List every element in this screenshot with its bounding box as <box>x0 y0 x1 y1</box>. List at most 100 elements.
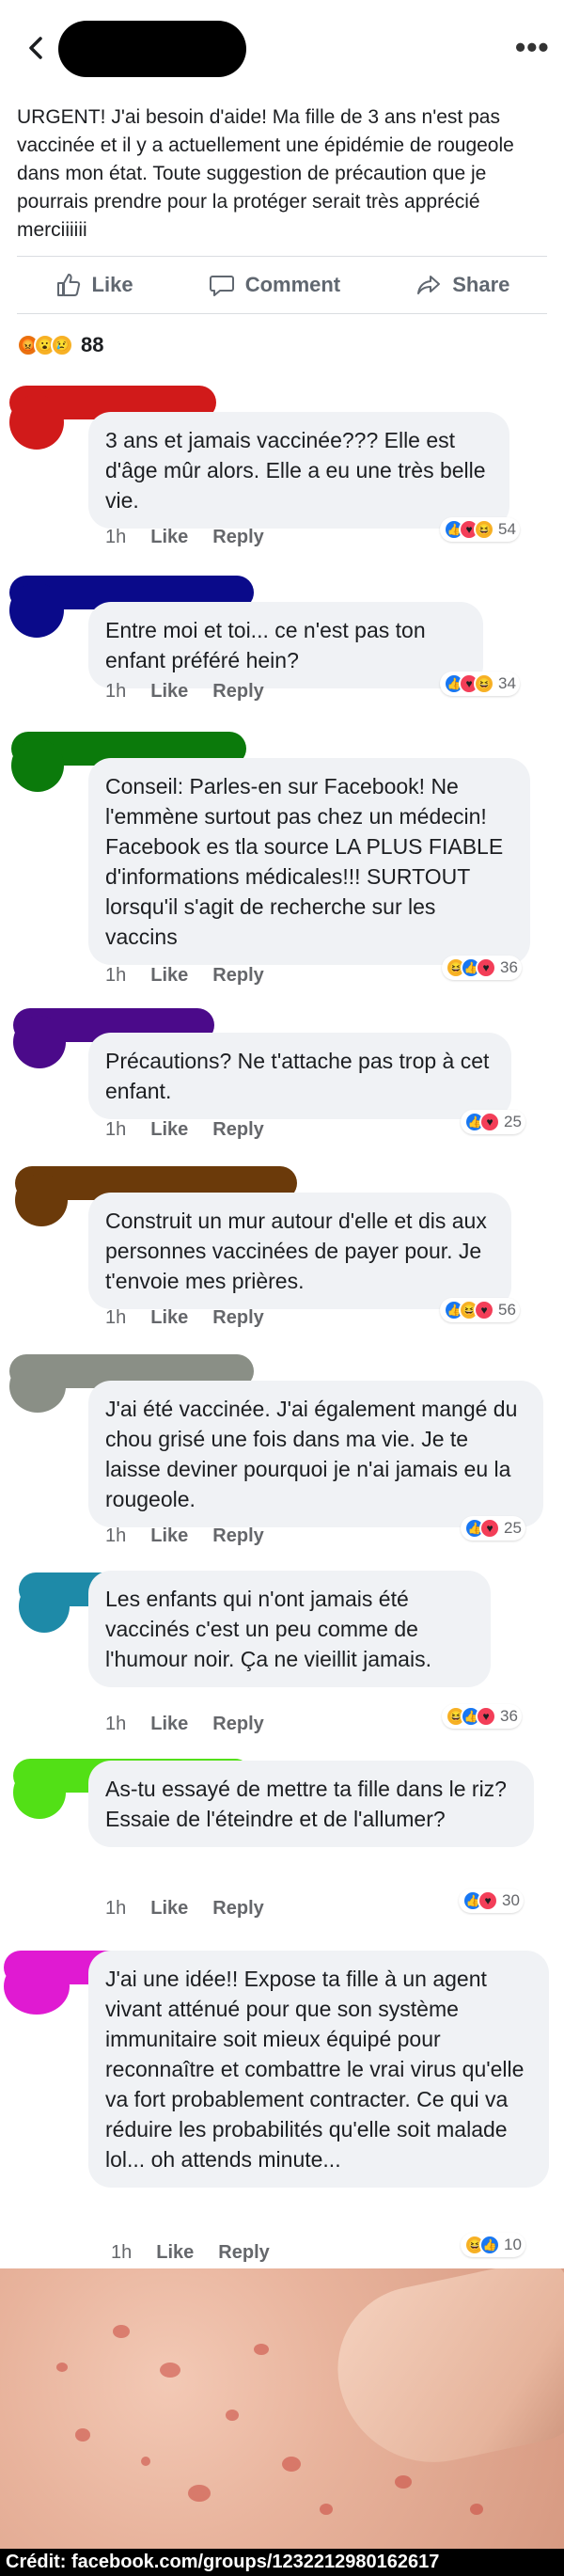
comment-meta: 1h Like Reply <box>105 681 264 703</box>
comment-meta: 1h Like Reply <box>105 1714 264 1735</box>
comment-meta: 1h Like Reply <box>105 1119 264 1141</box>
comment-reaction-count: 36 <box>500 1707 518 1725</box>
comment-reaction-count: 10 <box>504 2236 522 2253</box>
comment-time: 1h <box>105 1307 127 1328</box>
comment-reply-link[interactable]: Reply <box>212 965 263 987</box>
comment-text: 3 ans et jamais vaccinée??? Elle est d'â… <box>105 428 486 513</box>
measles-rash-photo <box>0 2268 564 2549</box>
more-options-icon[interactable]: ••• <box>515 32 550 62</box>
comment-text: J'ai été vaccinée. J'ai également mangé … <box>105 1397 518 1511</box>
comment-reactions[interactable]: 👍 ♥ 😆 54 <box>440 517 520 542</box>
comment-bubble: 3 ans et jamais vaccinée??? Elle est d'â… <box>88 412 509 529</box>
comment-like-link[interactable]: Like <box>150 1898 188 1920</box>
redacted-avatar <box>4 1958 70 2015</box>
comment-bubble: J'ai été vaccinée. J'ai également mangé … <box>88 1381 543 1527</box>
comment-text: Précautions? Ne t'attache pas trop à cet… <box>105 1049 490 1103</box>
love-reaction-icon: ♥ <box>476 1706 496 1727</box>
sad-icon: 😢 <box>51 334 73 356</box>
back-arrow-icon[interactable] <box>23 34 51 62</box>
comment-meta: 1h Like Reply <box>105 527 264 548</box>
comment-meta: 1h Like Reply <box>105 1307 264 1329</box>
share-button[interactable]: Share <box>415 271 509 299</box>
comment-reply-link[interactable]: Reply <box>218 2242 269 2264</box>
comment-reply-link[interactable]: Reply <box>212 1525 263 1547</box>
comment-bubble: Précautions? Ne t'attache pas trop à cet… <box>88 1033 511 1119</box>
rash-spot <box>226 2410 239 2421</box>
redacted-author-name <box>58 21 246 77</box>
comment-text: As-tu essayé de mettre ta fille dans le … <box>105 1777 507 1831</box>
love-reaction-icon: ♥ <box>474 1300 494 1320</box>
comment-reply-link[interactable]: Reply <box>212 1307 263 1329</box>
comment-bubble: Conseil: Parles-en sur Facebook! Ne l'em… <box>88 758 530 965</box>
comment-reactions[interactable]: 😆 👍 ♥ 36 <box>442 956 522 980</box>
image-credit: Crédit: facebook.com/groups/123221298016… <box>0 2549 564 2576</box>
comment-like-link[interactable]: Like <box>150 1307 188 1329</box>
comment-meta: 1h Like Reply <box>111 2242 270 2264</box>
comment-time: 1h <box>105 1119 127 1140</box>
comment-reactions[interactable]: 😆 👍 ♥ 36 <box>442 1704 522 1729</box>
love-reaction-icon: ♥ <box>479 1518 500 1539</box>
redacted-avatar <box>15 1174 68 1226</box>
comment-time: 1h <box>105 965 127 986</box>
comment-like-link[interactable]: Like <box>150 1119 188 1141</box>
rash-spot <box>75 2428 90 2442</box>
rash-spot <box>282 2457 301 2472</box>
comment-reactions[interactable]: 👍 ♥ 😆 34 <box>440 672 520 696</box>
haha-reaction-icon: 😆 <box>474 519 494 540</box>
like-label: Like <box>91 273 133 296</box>
comment-time: 1h <box>105 1525 127 1546</box>
comment-like-link[interactable]: Like <box>150 527 188 548</box>
like-button[interactable]: Like <box>55 271 133 299</box>
comment-time: 1h <box>105 681 127 702</box>
comment-text: Construit un mur autour d'elle et dis au… <box>105 1209 487 1293</box>
comment-reactions[interactable]: 👍 ♥ 30 <box>459 1889 524 1913</box>
comment-reply-link[interactable]: Reply <box>212 681 263 703</box>
share-label: Share <box>452 273 510 296</box>
comment-reply-link[interactable]: Reply <box>212 527 263 548</box>
share-icon <box>417 276 441 294</box>
comment-like-link[interactable]: Like <box>150 1714 188 1735</box>
comment-reply-link[interactable]: Reply <box>212 1119 263 1141</box>
redacted-avatar <box>9 395 64 450</box>
redacted-avatar <box>11 739 64 792</box>
comment-reply-link[interactable]: Reply <box>212 1898 263 1920</box>
rash-spot <box>188 2485 211 2502</box>
rash-spot <box>395 2475 412 2489</box>
thumbs-up-icon <box>56 274 80 296</box>
rash-spot <box>56 2363 68 2372</box>
comment-button[interactable]: Comment <box>208 271 340 299</box>
post-action-bar: Like Comment Share <box>17 256 547 314</box>
comment-time: 1h <box>105 527 127 547</box>
redacted-avatar <box>13 1016 66 1068</box>
comment-bubble: Construit un mur autour d'elle et dis au… <box>88 1193 511 1309</box>
redacted-avatar <box>9 583 64 638</box>
comment-like-link[interactable]: Like <box>156 2242 194 2264</box>
redacted-avatar <box>9 1360 66 1413</box>
comment-reactions[interactable]: 👍 ♥ 25 <box>461 1110 525 1134</box>
rash-spot <box>320 2504 333 2515</box>
comment-label: Comment <box>244 273 341 296</box>
comment-text: Entre moi et toi... ce n'est pas ton enf… <box>105 618 426 672</box>
comment-like-link[interactable]: Like <box>150 681 188 703</box>
comment-reactions[interactable]: 👍 ♥ 25 <box>461 1516 525 1541</box>
comment-reaction-count: 30 <box>502 1891 520 1909</box>
comment-like-link[interactable]: Like <box>150 965 188 987</box>
rash-spot <box>160 2363 180 2378</box>
comment-reactions[interactable]: 👍 😆 ♥ 56 <box>440 1298 520 1322</box>
comment-reply-link[interactable]: Reply <box>212 1714 263 1735</box>
redacted-avatar <box>13 1766 66 1819</box>
comment-text: J'ai une idée!! Expose ta fille à un age… <box>105 1967 525 2172</box>
comment-reaction-count: 54 <box>498 520 516 538</box>
comment-reactions[interactable]: 😆 👍 10 <box>461 2233 525 2257</box>
comment-bubble: J'ai une idée!! Expose ta fille à un age… <box>88 1951 549 2188</box>
rash-spot <box>113 2325 130 2338</box>
comment-reaction-count: 25 <box>504 1519 522 1537</box>
comment-reaction-count: 36 <box>500 958 518 976</box>
comment-bubble: As-tu essayé de mettre ta fille dans le … <box>88 1761 534 1847</box>
post-reactions[interactable]: 😡 😮 😢 88 <box>17 331 103 359</box>
comment-time: 1h <box>105 1898 127 1919</box>
hand-image <box>322 2268 564 2480</box>
comment-like-link[interactable]: Like <box>150 1525 188 1547</box>
post-header: ••• <box>0 0 564 94</box>
rash-spot <box>141 2457 150 2466</box>
